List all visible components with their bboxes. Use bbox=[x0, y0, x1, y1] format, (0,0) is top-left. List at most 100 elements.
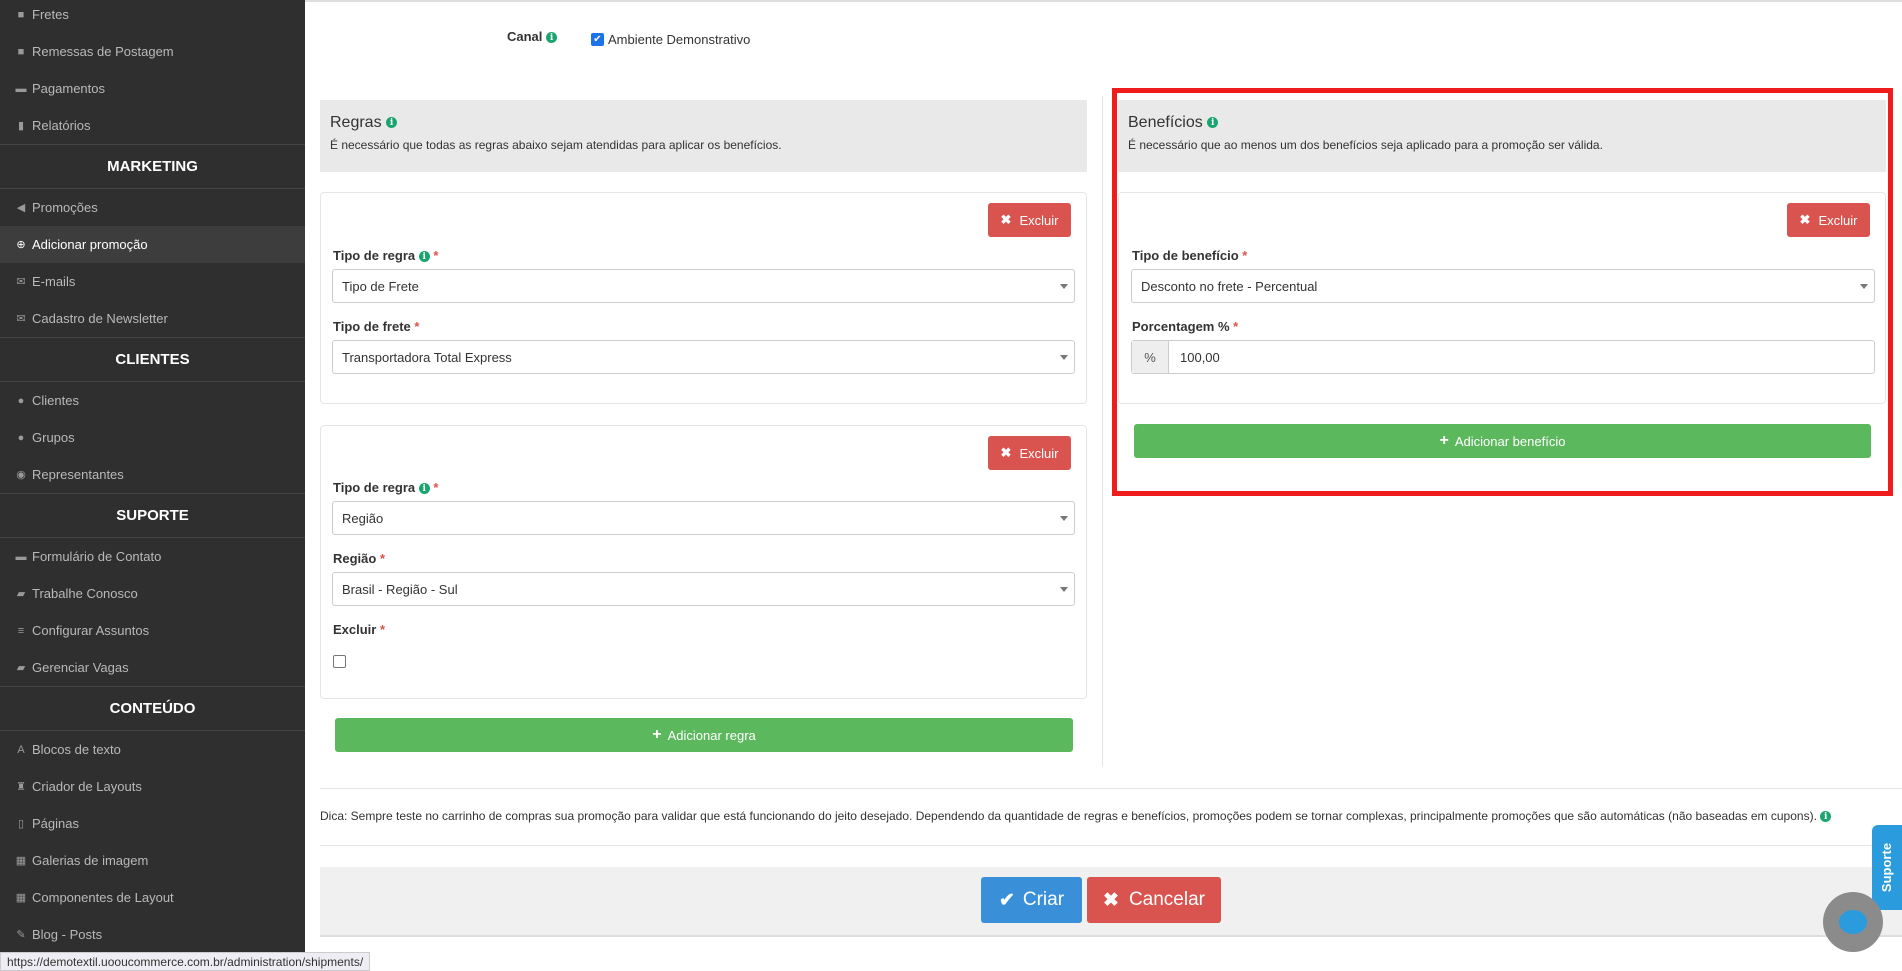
user-icon: ● bbox=[17, 394, 25, 407]
bar-chart-icon: ▮ bbox=[17, 120, 25, 132]
sidebar-item[interactable]: ● Grupos bbox=[0, 419, 305, 456]
sidebar-item[interactable]: ⊕ Adicionar promoção bbox=[0, 226, 305, 263]
sidebar-item[interactable]: ■ Fretes bbox=[0, 0, 305, 33]
tipo-regra-label-text: Tipo de regra bbox=[333, 480, 416, 495]
sidebar-item-label: Fretes bbox=[32, 7, 69, 22]
sidebar-item[interactable]: ▬ Pagamentos bbox=[0, 70, 305, 107]
sidebar-item[interactable]: ▬ Formulário de Contato bbox=[0, 538, 305, 575]
excluir-checkbox[interactable] bbox=[333, 655, 346, 668]
info-icon[interactable]: i bbox=[418, 483, 430, 495]
caret-down-icon bbox=[1060, 284, 1068, 289]
suporte-tab-label: Suporte bbox=[1879, 842, 1895, 893]
truck-icon: ■ bbox=[17, 8, 25, 21]
dica-content: Dica: Sempre teste no carrinho de compra… bbox=[320, 809, 1817, 823]
tipo-frete-select[interactable]: Transportadora Total Express bbox=[332, 340, 1075, 374]
required-mark: * bbox=[433, 248, 439, 263]
sidebar-item[interactable]: ▰ Trabalhe Conosco bbox=[0, 575, 305, 612]
add-rule-button[interactable]: + Adicionar regra bbox=[335, 718, 1073, 752]
sidebar-item[interactable]: ▮ Relatórios bbox=[0, 107, 305, 144]
checkbox-checked-icon[interactable]: ✔ bbox=[591, 33, 604, 46]
tipo-regra-value: Tipo de Frete bbox=[342, 278, 419, 294]
required-mark: * bbox=[379, 622, 386, 637]
sidebar-item-label: Configurar Assuntos bbox=[32, 623, 150, 638]
cancel-button[interactable]: ✖ Cancelar bbox=[1087, 877, 1221, 923]
sidebar-item[interactable]: ● Clientes bbox=[0, 382, 305, 419]
tipo-regra-value: Região bbox=[342, 510, 384, 526]
sidebar-item-label: Grupos bbox=[32, 430, 75, 445]
section-conteudo: CONTEÚDO bbox=[0, 686, 305, 731]
sidebar-item-label: Páginas bbox=[32, 816, 79, 831]
section-clientes: CLIENTES bbox=[0, 337, 305, 382]
regiao-select[interactable]: Brasil - Região - Sul bbox=[332, 572, 1075, 606]
sidebar-item[interactable]: ✉ E-mails bbox=[0, 263, 305, 300]
close-icon: ✖ bbox=[1000, 445, 1012, 460]
sidebar-item[interactable]: ◀ Promoções bbox=[0, 189, 305, 226]
th-large-icon: ▦ bbox=[15, 892, 27, 904]
envelope-icon: ✉ bbox=[16, 313, 26, 325]
sidebar-item[interactable]: ✉ Cadastro de Newsletter bbox=[0, 300, 305, 337]
tipo-regra-select[interactable]: Tipo de Frete bbox=[332, 269, 1075, 303]
delete-rule-button[interactable]: ✖ Excluir bbox=[988, 436, 1071, 470]
rule-card-1: ✖ Excluir Tipo de regra i * Tipo de Frete… bbox=[320, 192, 1087, 404]
create-button[interactable]: ✔ Criar bbox=[981, 877, 1082, 923]
sidebar-item[interactable]: ✎ Blog - Posts bbox=[0, 916, 305, 953]
sidebar-item-label: Promoções bbox=[32, 200, 98, 215]
check-icon: ✔ bbox=[998, 889, 1015, 911]
delete-label: Excluir bbox=[1019, 212, 1059, 228]
sidebar-item-label: Representantes bbox=[32, 467, 124, 482]
sidebar-item[interactable]: ■ Remessas de Postagem bbox=[0, 33, 305, 70]
info-icon[interactable]: i bbox=[1820, 811, 1832, 823]
info-icon[interactable]: i bbox=[546, 32, 558, 44]
sidebar-item[interactable]: ▰ Gerenciar Vagas bbox=[0, 649, 305, 686]
users-icon: ● bbox=[17, 431, 25, 444]
caret-down-icon bbox=[1060, 355, 1068, 360]
divider bbox=[320, 788, 1902, 789]
required-mark: * bbox=[433, 480, 439, 495]
chat-icon bbox=[1839, 910, 1867, 934]
regras-subtitle: É necessário que todas as regras abaixo … bbox=[330, 138, 782, 152]
close-icon: ✖ bbox=[1103, 889, 1119, 911]
canal-demo-checkbox[interactable]: ✔ Ambiente Demonstrativo bbox=[591, 32, 750, 47]
sidebar-item-label: Galerias de imagem bbox=[32, 853, 149, 868]
delete-rule-button[interactable]: ✖ Excluir bbox=[988, 203, 1071, 237]
sidebar-item[interactable]: A Blocos de texto bbox=[0, 731, 305, 768]
info-icon[interactable]: i bbox=[386, 117, 398, 129]
sidebar-item-label: Blocos de texto bbox=[32, 742, 121, 757]
sidebar-item[interactable]: ▦ Galerias de imagem bbox=[0, 842, 305, 879]
sidebar-item[interactable]: ▦ Componentes de Layout bbox=[0, 879, 305, 916]
status-bar-url: https://demotextil.uooucommerce.com.br/a… bbox=[0, 952, 371, 971]
sidebar-item[interactable]: ≡ Configurar Assuntos bbox=[0, 612, 305, 649]
section-suporte: SUPORTE bbox=[0, 493, 305, 538]
font-icon: A bbox=[17, 743, 25, 756]
info-icon[interactable]: i bbox=[418, 251, 430, 263]
sidebar-item-label: Remessas de Postagem bbox=[32, 44, 174, 59]
column-divider bbox=[1102, 96, 1103, 766]
suporte-tab[interactable]: Suporte bbox=[1872, 825, 1902, 910]
tipo-regra-label: Tipo de regra i * bbox=[333, 480, 438, 495]
tipo-regra-select[interactable]: Região bbox=[332, 501, 1075, 535]
highlight-frame bbox=[1112, 88, 1893, 496]
file-icon: ▯ bbox=[17, 818, 25, 830]
divider bbox=[320, 845, 1902, 846]
regiao-label-text: Região bbox=[333, 551, 377, 566]
excluir-label: Excluir * bbox=[333, 622, 385, 637]
sidebar-item[interactable]: ▯ Páginas bbox=[0, 805, 305, 842]
add-rule-label: Adicionar regra bbox=[667, 727, 756, 743]
envelope-icon: ✉ bbox=[16, 276, 26, 288]
sidebar-item-label: Trabalhe Conosco bbox=[32, 586, 138, 601]
user-circle-icon: ◉ bbox=[16, 469, 26, 481]
credit-card-icon: ▬ bbox=[15, 82, 27, 95]
sidebar-item-label: E-mails bbox=[32, 274, 76, 289]
sidebar-item[interactable]: ♜ Criador de Layouts bbox=[0, 768, 305, 805]
chat-bubble-button[interactable] bbox=[1823, 892, 1883, 952]
film-icon: ▦ bbox=[15, 855, 27, 867]
bullhorn-icon: ◀ bbox=[16, 202, 26, 214]
tipo-frete-value: Transportadora Total Express bbox=[342, 349, 512, 365]
top-divider bbox=[305, 0, 1902, 2]
briefcase-icon: ▰ bbox=[16, 588, 26, 600]
canal-label-text: Canal bbox=[507, 29, 543, 44]
tipo-regra-label: Tipo de regra i * bbox=[333, 248, 438, 263]
sidebar-item[interactable]: ◉ Representantes bbox=[0, 456, 305, 493]
caret-down-icon bbox=[1060, 516, 1068, 521]
rule-card-2: ✖ Excluir Tipo de regra i * Região Região… bbox=[320, 425, 1087, 699]
